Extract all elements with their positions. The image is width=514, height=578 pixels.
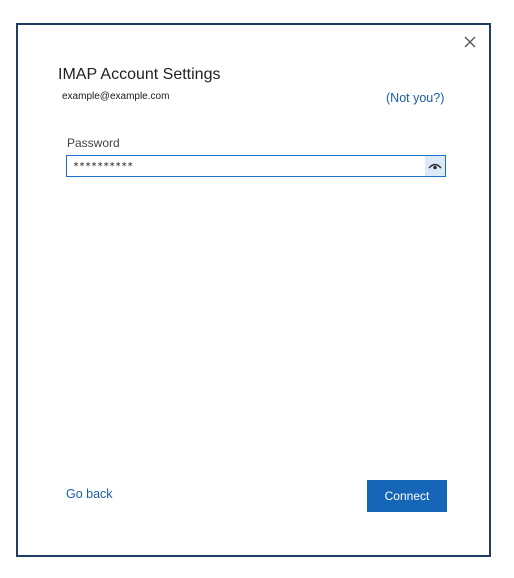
close-button[interactable]: [461, 33, 479, 51]
password-input[interactable]: [67, 156, 423, 176]
go-back-link[interactable]: Go back: [66, 487, 113, 501]
dialog-title: IMAP Account Settings: [58, 66, 221, 83]
eye-icon: [428, 163, 442, 170]
account-email: example@example.com: [62, 91, 170, 102]
password-field: [66, 155, 446, 177]
show-password-button[interactable]: [425, 156, 445, 176]
password-label: Password: [67, 136, 120, 150]
imap-settings-dialog: IMAP Account Settings example@example.co…: [16, 23, 491, 557]
not-you-link[interactable]: (Not you?): [386, 91, 444, 105]
connect-button[interactable]: Connect: [367, 480, 447, 512]
close-icon: [464, 36, 476, 48]
